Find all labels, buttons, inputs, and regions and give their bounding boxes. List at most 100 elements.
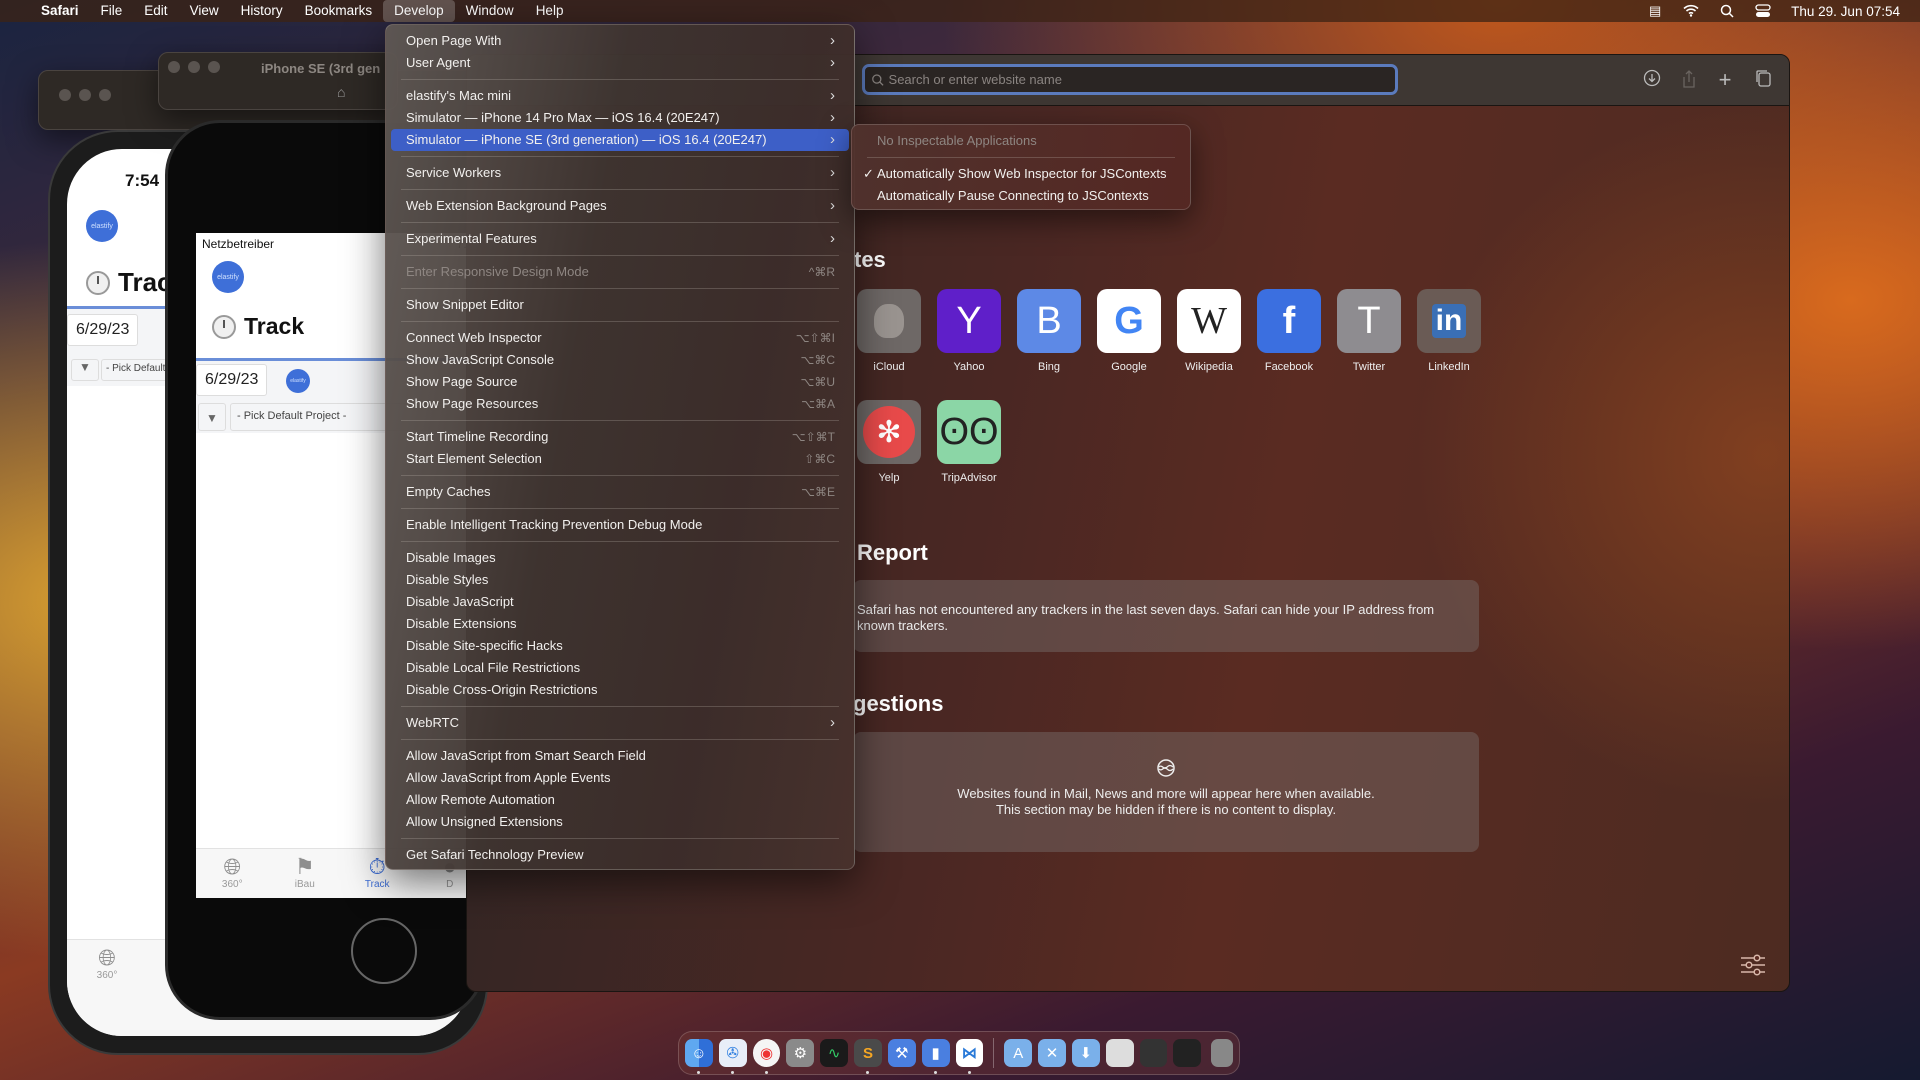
menu-item-get-safari-technology-preview[interactable]: Get Safari Technology Preview xyxy=(391,844,849,866)
menu-bookmarks[interactable]: Bookmarks xyxy=(294,0,384,22)
menu-item-show-javascript-console[interactable]: Show JavaScript Console ⌥⌘C xyxy=(391,349,849,371)
menu-item-service-workers[interactable]: Service Workers › xyxy=(391,162,849,184)
new-tab-icon[interactable]: + xyxy=(1714,69,1736,91)
menu-item-simulator-iphone-14-pro-max-ios-16-4-20e247[interactable]: Simulator — iPhone 14 Pro Max — iOS 16.4… xyxy=(391,107,849,129)
wifi-icon[interactable] xyxy=(1683,4,1699,18)
menu-item-empty-caches[interactable]: Empty Caches ⌥⌘E xyxy=(391,481,849,503)
dropdown-toggle[interactable]: ▼ xyxy=(71,359,99,381)
menu-item-allow-remote-automation[interactable]: Allow Remote Automation xyxy=(391,789,849,811)
dock-window-vscode[interactable] xyxy=(1173,1039,1202,1067)
minimize-button[interactable] xyxy=(188,61,200,73)
app-logo[interactable]: elastify xyxy=(86,210,118,242)
dropdown-toggle[interactable]: ▼ xyxy=(198,403,226,431)
menu-item-open-page-with[interactable]: Open Page With › xyxy=(391,30,849,52)
downloads-icon[interactable] xyxy=(1641,69,1663,91)
menu-item-disable-site-specific-hacks[interactable]: Disable Site-specific Hacks xyxy=(391,635,849,657)
menu-item-allow-unsigned-extensions[interactable]: Allow Unsigned Extensions xyxy=(391,811,849,833)
menu-item-start-timeline-recording[interactable]: Start Timeline Recording ⌥⇧⌘T xyxy=(391,426,849,448)
favorite-facebook[interactable]: f Facebook xyxy=(1257,289,1321,373)
submenu-item-auto-pause[interactable]: Automatically Pause Connecting to JSCont… xyxy=(857,185,1185,207)
menu-edit[interactable]: Edit xyxy=(133,0,178,22)
menu-item-disable-images[interactable]: Disable Images xyxy=(391,547,849,569)
dock-folder-downloads[interactable]: ⬇ xyxy=(1071,1039,1100,1067)
favorite-tripadvisor[interactable]: ʘʘ TripAdvisor xyxy=(937,400,1001,484)
share-icon[interactable] xyxy=(1678,69,1700,91)
menu-app-name[interactable]: Safari xyxy=(30,0,90,22)
privacy-report-card[interactable]: Safari has not encountered any trackers … xyxy=(853,580,1479,652)
menu-item-show-snippet-editor[interactable]: Show Snippet Editor xyxy=(391,294,849,316)
close-button[interactable] xyxy=(168,61,180,73)
dock-system-settings[interactable]: ⚙ xyxy=(786,1039,815,1067)
favorite-linkedin[interactable]: in LinkedIn xyxy=(1417,289,1481,373)
dock-folder-utilities[interactable]: ✕ xyxy=(1038,1039,1066,1067)
menu-item-disable-styles[interactable]: Disable Styles xyxy=(391,569,849,591)
menu-item-enable-intelligent-tracking-prevention-debug-mode[interactable]: Enable Intelligent Tracking Prevention D… xyxy=(391,514,849,536)
menu-help[interactable]: Help xyxy=(525,0,575,22)
dock-simulator[interactable]: ▮ xyxy=(921,1039,950,1074)
menu-item-disable-local-file-restrictions[interactable]: Disable Local File Restrictions xyxy=(391,657,849,679)
menu-item-show-page-source[interactable]: Show Page Source ⌥⌘U xyxy=(391,371,849,393)
dock-window-chrome-1[interactable] xyxy=(1105,1039,1134,1067)
menu-item-web-extension-background-pages[interactable]: Web Extension Background Pages › xyxy=(391,195,849,217)
window-controls[interactable] xyxy=(59,89,111,101)
dock-safari[interactable]: ✇ xyxy=(718,1039,747,1074)
tab-360[interactable]: 🌐︎ 360° xyxy=(67,940,147,1036)
close-button[interactable] xyxy=(59,89,71,101)
menu-view[interactable]: View xyxy=(179,0,230,22)
dock-finder[interactable]: ☺ xyxy=(685,1039,713,1074)
date-input[interactable]: 6/29/23 xyxy=(67,314,139,346)
dock-xcode[interactable]: ⚒ xyxy=(887,1039,916,1067)
dock-sublime-text[interactable]: S xyxy=(854,1039,882,1074)
zoom-button[interactable] xyxy=(208,61,220,73)
menu-item-elastify-s-mac-mini[interactable]: elastify's Mac mini › xyxy=(391,85,849,107)
menu-item-experimental-features[interactable]: Experimental Features › xyxy=(391,228,849,250)
start-page-settings-icon[interactable] xyxy=(1739,953,1767,977)
tab-overview-icon[interactable] xyxy=(1752,69,1774,91)
menu-item-disable-javascript[interactable]: Disable JavaScript xyxy=(391,591,849,613)
dock-vscode[interactable]: ⋈ xyxy=(955,1039,984,1074)
input-menu-icon[interactable]: ▤ xyxy=(1647,4,1663,18)
menu-item-start-element-selection[interactable]: Start Element Selection ⇧⌘C xyxy=(391,448,849,470)
menu-item-webrtc[interactable]: WebRTC › xyxy=(391,712,849,734)
dock-window-chrome-2[interactable] xyxy=(1139,1039,1168,1067)
menu-develop[interactable]: Develop xyxy=(383,0,455,22)
zoom-button[interactable] xyxy=(99,89,111,101)
control-center-icon[interactable] xyxy=(1755,4,1771,18)
home-button[interactable] xyxy=(351,918,417,984)
app-logo[interactable]: elastify xyxy=(212,261,244,293)
minimize-button[interactable] xyxy=(79,89,91,101)
favorite-google[interactable]: G Google xyxy=(1097,289,1161,373)
menu-history[interactable]: History xyxy=(230,0,294,22)
dock-chrome[interactable]: ◉ xyxy=(752,1039,781,1074)
favorite-wikipedia[interactable]: W Wikipedia xyxy=(1177,289,1241,373)
menu-file[interactable]: File xyxy=(90,0,134,22)
user-avatar[interactable]: elastify xyxy=(286,369,310,393)
search-input[interactable] xyxy=(888,72,1395,87)
menubar-clock[interactable]: Thu 29. Jun 07:54 xyxy=(1791,4,1900,19)
window-controls[interactable] xyxy=(168,61,220,73)
menu-item-disable-extensions[interactable]: Disable Extensions xyxy=(391,613,849,635)
menu-item-allow-javascript-from-apple-events[interactable]: Allow JavaScript from Apple Events xyxy=(391,767,849,789)
tab-360[interactable]: 🌐︎ 360° xyxy=(196,849,269,898)
dock-trash[interactable] xyxy=(1211,1039,1234,1067)
date-input[interactable]: 6/29/23 xyxy=(196,364,268,396)
menu-item-disable-cross-origin-restrictions[interactable]: Disable Cross-Origin Restrictions xyxy=(391,679,849,701)
favorite-icloud[interactable]: iCloud xyxy=(857,289,921,373)
favorite-twitter[interactable]: T Twitter xyxy=(1337,289,1401,373)
menu-item-user-agent[interactable]: User Agent › xyxy=(391,52,849,74)
dock-folder-applications[interactable]: A xyxy=(1004,1039,1033,1067)
menu-item-simulator-iphone-se-3rd-generation-ios-16-4-20e247[interactable]: Simulator — iPhone SE (3rd generation) —… xyxy=(391,129,849,151)
menu-item-connect-web-inspector[interactable]: Connect Web Inspector ⌥⇧⌘I xyxy=(391,327,849,349)
spotlight-search-icon[interactable] xyxy=(1719,4,1735,18)
submenu-item-auto-show-inspector[interactable]: ✓ Automatically Show Web Inspector for JS… xyxy=(857,163,1185,185)
dock-activity-monitor[interactable]: ∿ xyxy=(820,1039,849,1067)
home-icon[interactable]: ⌂ xyxy=(337,84,345,100)
favorite-yahoo[interactable]: Y Yahoo xyxy=(937,289,1001,373)
address-bar[interactable] xyxy=(862,64,1398,95)
tab-ibau[interactable]: ⚑ iBau xyxy=(269,849,342,898)
menu-item-allow-javascript-from-smart-search-field[interactable]: Allow JavaScript from Smart Search Field xyxy=(391,745,849,767)
menu-item-show-page-resources[interactable]: Show Page Resources ⌥⌘A xyxy=(391,393,849,415)
menu-window[interactable]: Window xyxy=(455,0,525,22)
favorite-bing[interactable]: B Bing xyxy=(1017,289,1081,373)
favorite-yelp[interactable]: ✻ Yelp xyxy=(857,400,921,484)
